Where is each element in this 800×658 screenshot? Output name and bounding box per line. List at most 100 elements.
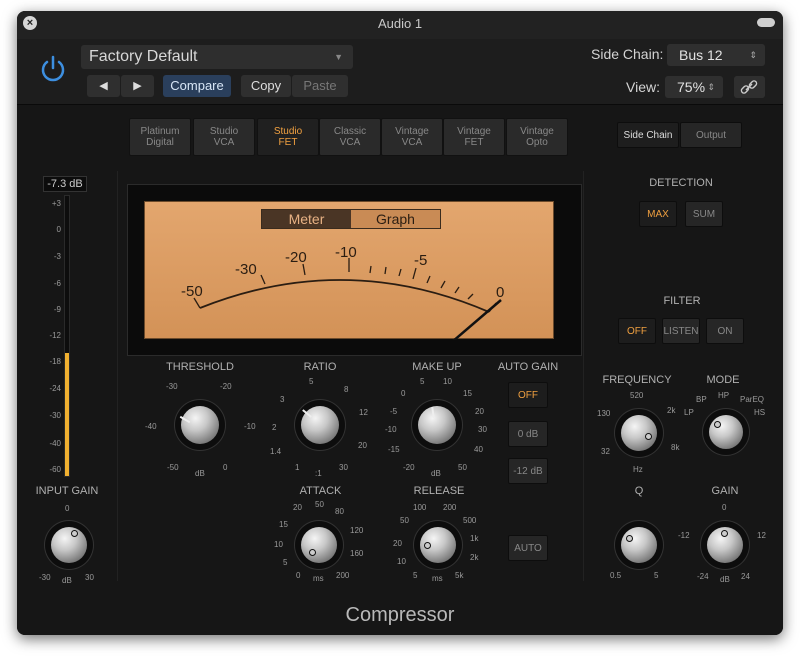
scale-label: 100 bbox=[413, 503, 427, 512]
scale-label: 12 bbox=[757, 531, 766, 540]
filter-off-button[interactable]: OFF bbox=[618, 318, 656, 344]
scale-label: -10 bbox=[385, 425, 397, 434]
scale-label: 50 bbox=[458, 463, 467, 472]
release-auto-button[interactable]: AUTO bbox=[508, 535, 548, 561]
scale-label: 20 bbox=[475, 407, 484, 416]
scale-label: HS bbox=[754, 408, 766, 417]
model-tab-5[interactable]: Vintage FET bbox=[443, 118, 505, 156]
model-tab-1[interactable]: Studio VCA bbox=[193, 118, 255, 156]
plugin-window: × Audio 1 Factory Default ▼ ◀ ▶ Compare … bbox=[17, 11, 783, 635]
power-icon[interactable] bbox=[37, 53, 69, 85]
meter-scale-label: -12 bbox=[49, 331, 61, 340]
detection-sum-button[interactable]: SUM bbox=[685, 201, 723, 227]
knob-pointer bbox=[645, 433, 652, 440]
chevron-down-icon: ▼ bbox=[334, 52, 343, 62]
plugin-name: Compressor bbox=[345, 604, 455, 626]
scale-label: -20 bbox=[403, 463, 415, 472]
tab-output[interactable]: Output bbox=[680, 122, 742, 148]
scale-label: -10 bbox=[244, 422, 256, 431]
scale-label: 5k bbox=[455, 571, 464, 580]
view-select[interactable]: 75% ⇕ bbox=[665, 76, 723, 98]
tab-side-chain[interactable]: Side Chain bbox=[617, 122, 679, 148]
knob-pointer bbox=[714, 421, 721, 428]
filter-listen-button[interactable]: LISTEN bbox=[662, 318, 700, 344]
meter-scale-label: 0 bbox=[56, 225, 61, 234]
knob-pointer bbox=[626, 535, 633, 542]
input-meter-track bbox=[64, 195, 70, 477]
title-bar: × Audio 1 bbox=[17, 11, 783, 39]
scale-label: 5 bbox=[413, 571, 418, 580]
preset-menu[interactable]: Factory Default ▼ bbox=[81, 45, 353, 69]
scale-label: -15 bbox=[388, 445, 400, 454]
scale-label: 500 bbox=[463, 516, 477, 525]
detection-label: DETECTION bbox=[649, 177, 713, 189]
knob-pointer bbox=[71, 530, 78, 537]
model-tab-6[interactable]: Vintage Opto bbox=[506, 118, 568, 156]
unit-label: dB bbox=[720, 575, 730, 584]
q-knob[interactable] bbox=[621, 527, 657, 563]
divider bbox=[583, 171, 584, 581]
scale-label: 10 bbox=[274, 540, 283, 549]
scale-label: 20 bbox=[293, 503, 302, 512]
paste-button[interactable]: Paste bbox=[292, 75, 348, 97]
meter-scale-label: -40 bbox=[49, 439, 61, 448]
view-value: 75% bbox=[677, 79, 706, 95]
link-icon[interactable] bbox=[734, 76, 765, 98]
mode-knob[interactable] bbox=[709, 415, 743, 449]
model-tab-3[interactable]: Classic VCA bbox=[319, 118, 381, 156]
q-label: Q bbox=[634, 485, 644, 497]
scale-label: 0 bbox=[296, 571, 301, 580]
scale-label: 50 bbox=[315, 500, 324, 509]
autogain-off-button[interactable]: OFF bbox=[508, 382, 548, 408]
knob-pointer bbox=[302, 409, 312, 418]
scale-label: 0 bbox=[401, 389, 406, 398]
scale-label: 0 bbox=[223, 463, 228, 472]
scale-label: 520 bbox=[630, 391, 644, 400]
scale-label: ParEQ bbox=[740, 395, 765, 404]
copy-button[interactable]: Copy bbox=[241, 75, 291, 97]
unit-label: dB bbox=[195, 469, 205, 478]
sidechain-label: Side Chain: bbox=[591, 46, 664, 62]
view-label: View: bbox=[626, 79, 660, 95]
release-knob[interactable] bbox=[420, 527, 456, 563]
threshold-knob[interactable] bbox=[179, 406, 219, 444]
window-pill-button[interactable] bbox=[757, 18, 775, 27]
scale-label: -5 bbox=[390, 407, 398, 416]
scale-label: 24 bbox=[741, 572, 750, 581]
gain-knob[interactable] bbox=[707, 527, 743, 563]
scale-label: 5 bbox=[283, 558, 288, 567]
autogain-minus12-button[interactable]: -12 dB bbox=[508, 458, 548, 484]
vu-label: -5 bbox=[414, 252, 428, 269]
previous-preset-button[interactable]: ◀ bbox=[87, 75, 120, 97]
scale-label: 200 bbox=[443, 503, 457, 512]
filter-label: FILTER bbox=[663, 295, 701, 307]
scale-label: 20 bbox=[393, 539, 402, 548]
frequency-label: FREQUENCY bbox=[602, 374, 672, 386]
sidechain-select[interactable]: Bus 12 ⇕ bbox=[667, 44, 765, 66]
autogain-0db-button[interactable]: 0 dB bbox=[508, 421, 548, 447]
model-tab-4[interactable]: Vintage VCA bbox=[381, 118, 443, 156]
scale-label: 3 bbox=[280, 395, 285, 404]
input-gain-knob[interactable] bbox=[51, 527, 87, 563]
model-tab-0[interactable]: Platinum Digital bbox=[129, 118, 191, 156]
model-tab-2[interactable]: Studio FET bbox=[257, 118, 319, 156]
compare-button[interactable]: Compare bbox=[163, 75, 231, 97]
scale-label: 30 bbox=[85, 573, 94, 582]
meter-scale-label: -18 bbox=[49, 357, 61, 366]
close-button[interactable]: × bbox=[23, 16, 37, 30]
attack-knob[interactable] bbox=[301, 527, 337, 563]
scale-label: 32 bbox=[601, 447, 610, 456]
meter-scale-label: -6 bbox=[53, 279, 61, 288]
meter-scale-label: -24 bbox=[49, 384, 61, 393]
vu-label: -10 bbox=[335, 244, 357, 261]
filter-on-button[interactable]: ON bbox=[706, 318, 744, 344]
detection-max-button[interactable]: MAX bbox=[639, 201, 677, 227]
vu-label: -20 bbox=[285, 249, 307, 266]
frequency-knob[interactable] bbox=[621, 415, 657, 451]
scale-label: 2k bbox=[470, 553, 479, 562]
scale-label: LP bbox=[684, 408, 694, 417]
next-preset-button[interactable]: ▶ bbox=[121, 75, 154, 97]
scale-label: 0 bbox=[65, 504, 70, 513]
makeup-knob[interactable] bbox=[418, 406, 456, 444]
ratio-knob[interactable] bbox=[301, 406, 339, 444]
